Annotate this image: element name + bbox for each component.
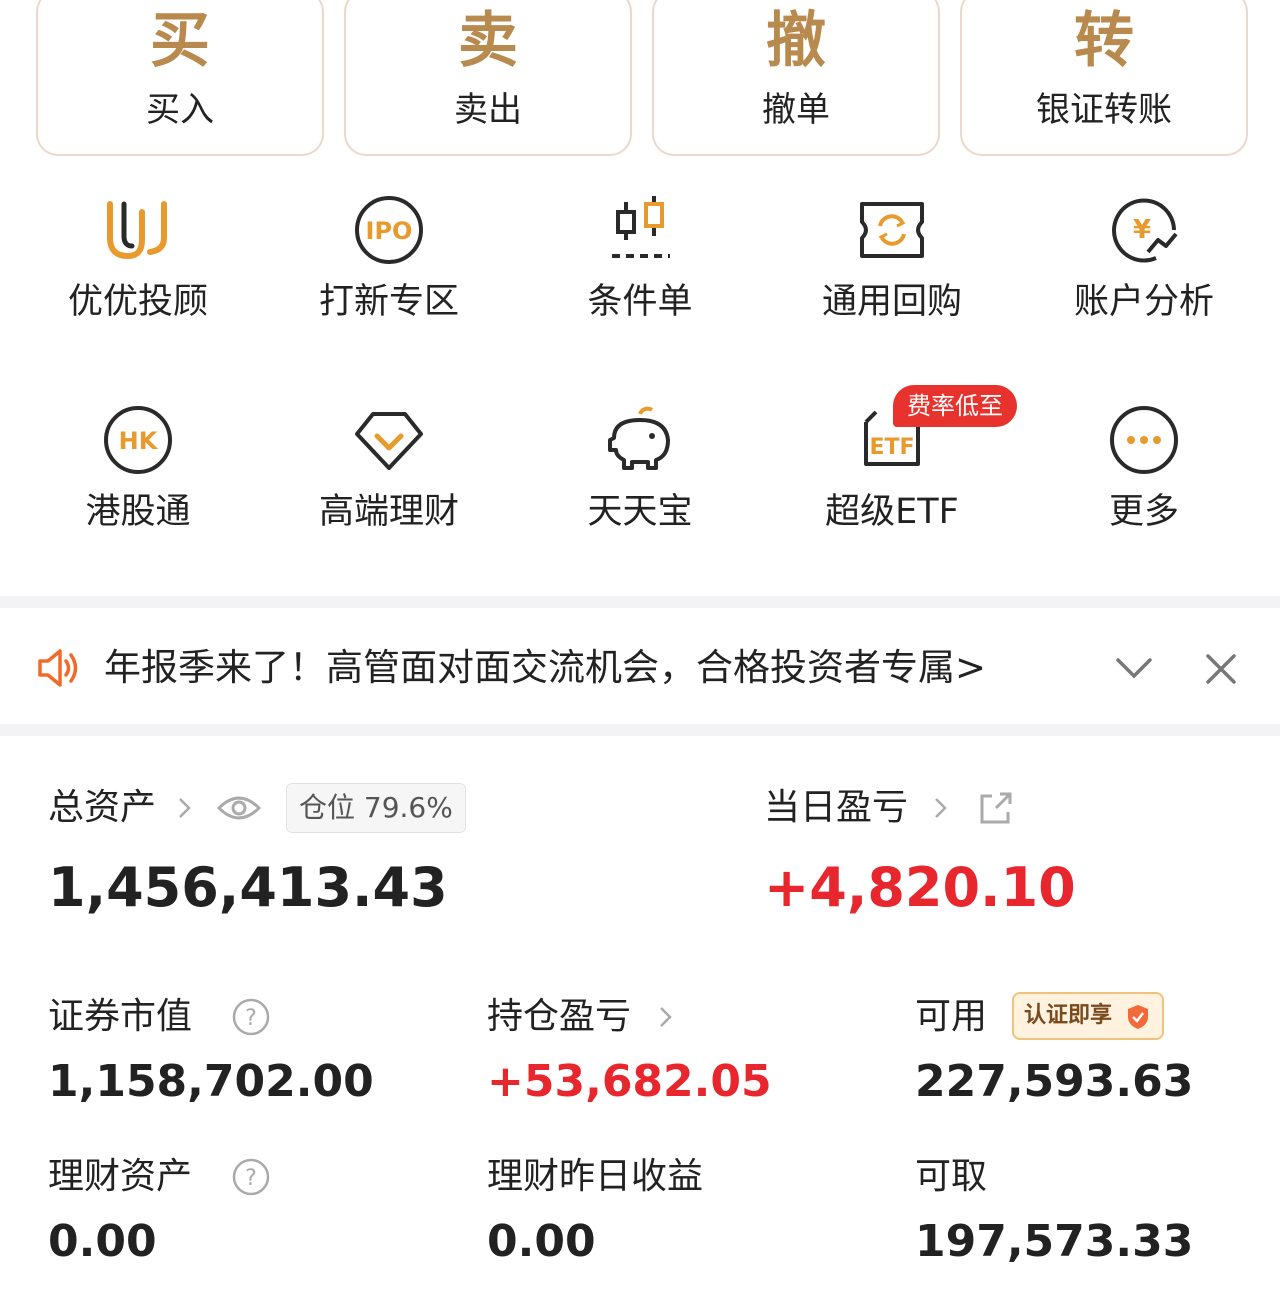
- grid-item-hk-connect[interactable]: HK 港股通: [12, 400, 264, 580]
- chevron-right-icon[interactable]: [932, 793, 950, 823]
- chevron-right-icon[interactable]: [657, 1002, 675, 1032]
- bank-transfer-glyph: 转: [1074, 6, 1134, 76]
- daily-pl-value: +4,820.10: [764, 856, 1076, 919]
- withdrawable-label: 可取: [915, 1156, 988, 1197]
- youyou-advisor-icon: [107, 201, 167, 260]
- total-assets-label[interactable]: 总资产: [48, 786, 156, 830]
- cancel-order-label: 撤单: [762, 90, 830, 130]
- cert-badge[interactable]: 认证即享: [1012, 992, 1165, 1040]
- ipo-icon-text: IPO: [366, 217, 413, 245]
- cancel-order-glyph: 撤: [766, 6, 826, 76]
- grid-item-account-analysis[interactable]: ¥ 账户分析: [1018, 190, 1270, 370]
- buy-label: 买入: [146, 90, 214, 130]
- grid-item-more[interactable]: 更多: [1018, 400, 1270, 580]
- hk-icon: HK: [104, 406, 172, 474]
- yen-analysis-icon: ¥: [1112, 198, 1178, 263]
- daily-pl-label[interactable]: 当日盈亏: [764, 786, 908, 830]
- grid-label-repurchase: 通用回购: [821, 282, 962, 322]
- grid-label-conditional-order: 条件单: [587, 282, 693, 322]
- securities-value: 1,158,702.00: [48, 1056, 374, 1107]
- svg-text:?: ?: [245, 1166, 257, 1191]
- grid-label-account-analysis: 账户分析: [1073, 282, 1214, 322]
- more-dots-icon: [1110, 406, 1178, 474]
- available-label: 可用: [915, 996, 988, 1037]
- chevron-down-icon[interactable]: [1112, 652, 1156, 686]
- securities-value-label: 证券市值: [48, 996, 193, 1037]
- grid-item-repurchase[interactable]: 通用回购: [766, 190, 1018, 370]
- grid-item-youyou-advisor[interactable]: 优优投顾: [12, 190, 264, 370]
- piggy-bank-icon: [608, 406, 670, 470]
- grid-label-hk-connect: 港股通: [85, 492, 191, 532]
- withdrawable-value: 197,573.33: [915, 1216, 1194, 1267]
- total-assets-value: 1,456,413.43: [48, 856, 448, 919]
- bank-transfer-button[interactable]: 转 银证转账: [960, 0, 1248, 156]
- wealth-yesterday-label: 理财昨日收益: [487, 1156, 704, 1197]
- sell-label: 卖出: [454, 90, 522, 130]
- buy-button[interactable]: 买 买入: [36, 0, 324, 156]
- question-icon[interactable]: ?: [231, 997, 271, 1037]
- wealth-assets-value: 0.00: [48, 1216, 157, 1267]
- holding-pl-value: +53,682.05: [487, 1056, 772, 1107]
- cancel-order-button[interactable]: 撤 撤单: [652, 0, 940, 156]
- grid-item-premium-wealth[interactable]: 高端理财: [263, 400, 515, 580]
- diamond-icon: [355, 412, 423, 470]
- grid-item-tiantianbao[interactable]: 天天宝: [514, 400, 766, 580]
- shield-icon: [1128, 1005, 1149, 1029]
- question-icon[interactable]: ?: [231, 1157, 271, 1197]
- grid-label-more: 更多: [1108, 492, 1179, 532]
- yen-icon-text: ¥: [1133, 215, 1151, 245]
- grid-label-super-etf: 超级ETF: [825, 492, 959, 532]
- grid-label-premium-wealth: 高端理财: [318, 492, 459, 532]
- grid-item-super-etf[interactable]: ETF 超级ETF: [766, 400, 1018, 580]
- holding-pl-label[interactable]: 持仓盈亏: [487, 995, 631, 1039]
- hk-icon-text: HK: [119, 427, 159, 455]
- section-divider: [0, 596, 1280, 608]
- chevron-right-icon[interactable]: [176, 793, 194, 823]
- position-ratio-badge: 仓位 79.6%: [286, 783, 466, 833]
- svg-text:?: ?: [245, 1006, 257, 1031]
- wealth-assets-label: 理财资产: [48, 1156, 193, 1197]
- ipo-icon: IPO: [355, 196, 423, 264]
- grid-item-conditional-order[interactable]: 条件单: [514, 190, 766, 370]
- speaker-icon: [38, 649, 78, 687]
- buy-glyph: 买: [150, 6, 210, 76]
- repurchase-icon: [860, 202, 924, 258]
- grid-item-ipo[interactable]: IPO 打新专区: [263, 190, 515, 370]
- etf-icon-text: ETF: [869, 435, 914, 460]
- cert-badge-text: 认证即享: [1024, 1003, 1113, 1028]
- candlestick-icon: [612, 196, 670, 258]
- eye-icon[interactable]: [216, 790, 262, 826]
- sell-button[interactable]: 卖 卖出: [344, 0, 632, 156]
- fee-rate-badge: 费率低至: [893, 385, 1017, 427]
- close-icon[interactable]: [1200, 648, 1242, 690]
- grid-label-tiantianbao: 天天宝: [587, 492, 693, 532]
- grid-label-youyou-advisor: 优优投顾: [67, 282, 208, 322]
- wealth-yesterday-value: 0.00: [487, 1216, 596, 1267]
- available-value: 227,593.63: [915, 1056, 1194, 1107]
- notice-bar[interactable]: 年报季来了！高管面对面交流机会，合格投资者专属>: [0, 608, 1280, 726]
- bank-transfer-label: 银证转账: [1036, 90, 1172, 130]
- share-icon[interactable]: [976, 790, 1014, 828]
- trade-actions: 买 买入 卖 卖出 撤 撤单 转 银证转账: [0, 0, 1280, 160]
- notice-text[interactable]: 年报季来了！高管面对面交流机会，合格投资者专属>: [104, 646, 986, 690]
- sell-glyph: 卖: [458, 6, 518, 76]
- grid-label-ipo: 打新专区: [318, 282, 459, 322]
